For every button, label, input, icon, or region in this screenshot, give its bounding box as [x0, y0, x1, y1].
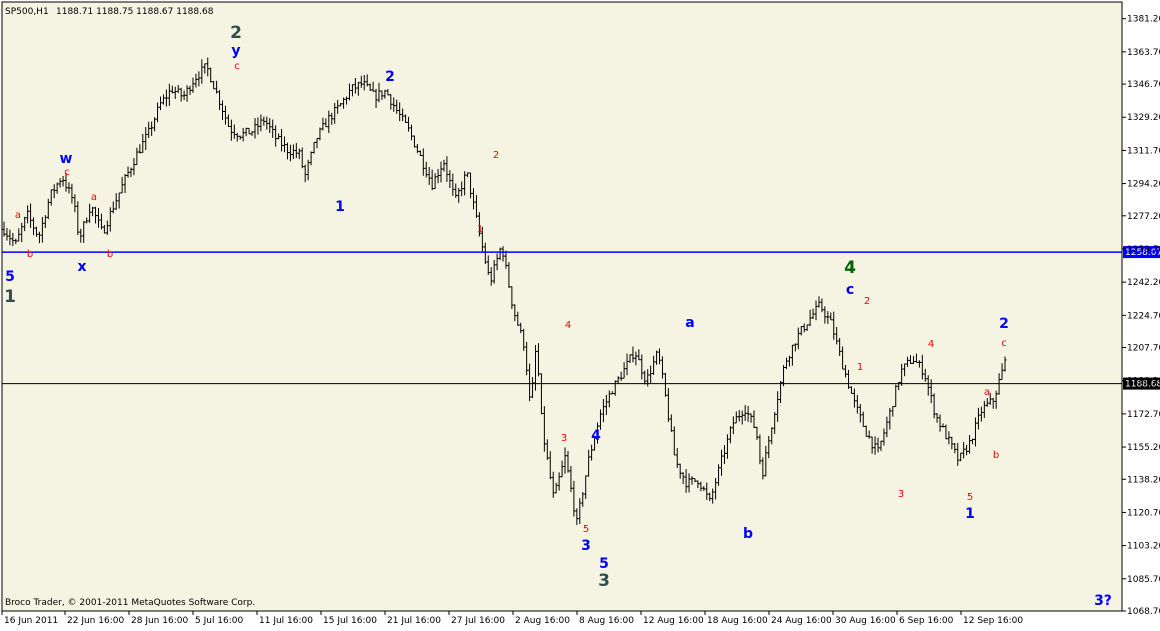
- y-tick-label: 1172.70: [1127, 410, 1160, 420]
- wave-label: a: [91, 192, 97, 203]
- wave-label: 3: [598, 571, 610, 591]
- wave-label: a: [984, 387, 990, 398]
- y-tick-label: 1294.20: [1127, 180, 1160, 190]
- copyright-text: Broco Trader, © 2001-2011 MetaQuotes Sof…: [5, 598, 255, 608]
- x-tick-label: 30 Aug 16:00: [835, 616, 896, 626]
- wave-label: 2: [230, 23, 242, 43]
- x-tick-label: 27 Jul 16:00: [451, 616, 505, 626]
- y-tick-label: 1329.20: [1127, 113, 1160, 123]
- wave-label: 5: [5, 269, 15, 285]
- chart-ohlc-readout: 1188.71 1188.75 1188.67 1188.68: [56, 7, 214, 17]
- y-tick-label: 1311.70: [1127, 146, 1160, 156]
- y-tick-label: 1103.20: [1127, 542, 1160, 552]
- wave-label: 4: [928, 339, 934, 350]
- y-tick-label: 1363.70: [1127, 48, 1160, 58]
- wave-label: 1: [4, 287, 16, 307]
- wave-label: 3?: [1094, 593, 1112, 609]
- wave-label: a: [685, 315, 694, 331]
- wave-label: 2: [385, 69, 395, 85]
- wave-label: 4: [844, 258, 856, 278]
- x-tick-label: 15 Jul 16:00: [323, 616, 377, 626]
- wave-label: b: [107, 249, 113, 260]
- plot-area[interactable]: [2, 2, 1122, 611]
- y-tick-label: 1138.20: [1127, 475, 1160, 485]
- x-tick-label: 24 Aug 16:00: [771, 616, 832, 626]
- y-tick-label: 1242.20: [1127, 278, 1160, 288]
- chart-symbol-label: SP500,H1: [5, 7, 49, 17]
- y-tick-label: 1346.70: [1127, 80, 1160, 90]
- x-tick-label: 18 Aug 16:00: [707, 616, 768, 626]
- y-tick-label: 1224.70: [1127, 311, 1160, 321]
- wave-label: c: [64, 167, 70, 178]
- wave-label: 1: [965, 506, 975, 522]
- y-tick-label: 1207.70: [1127, 344, 1160, 354]
- wave-label: 3: [898, 489, 904, 500]
- y-tick-label: 1155.20: [1127, 443, 1160, 453]
- wave-label: 3: [581, 538, 591, 554]
- x-tick-label: 11 Jul 16:00: [259, 616, 313, 626]
- x-tick-label: 28 Jun 16:00: [131, 616, 188, 626]
- wave-label: 5: [599, 556, 609, 572]
- wave-label: 5: [583, 524, 589, 535]
- x-tick-label: 2 Aug 16:00: [515, 616, 570, 626]
- y-tick-label: 1190.20: [1127, 377, 1160, 387]
- x-tick-label: 5 Jul 16:00: [195, 616, 244, 626]
- price-axis: 1381.20 1363.70 1346.70 1329.20 1311.70 1294.…: [1122, 15, 1160, 617]
- wave-label: a: [15, 210, 21, 221]
- wave-label: b: [27, 249, 33, 260]
- wave-label: 4: [591, 428, 601, 444]
- x-tick-label: 12 Aug 16:00: [643, 616, 704, 626]
- x-tick-label: 12 Sep 16:00: [963, 616, 1023, 626]
- wave-label: 2: [999, 316, 1009, 332]
- y-tick-label: 1381.20: [1127, 15, 1160, 25]
- wave-label: 1: [335, 199, 345, 215]
- x-tick-label: 6 Sep 16:00: [899, 616, 954, 626]
- chart-canvas[interactable]: 1258.071188.68 1381.201363.701346.701329…: [0, 0, 1160, 627]
- wave-label: 4: [565, 320, 571, 331]
- y-tick-label: 1068.70: [1127, 607, 1160, 617]
- wave-label: y: [231, 43, 240, 59]
- wave-label: c: [1001, 338, 1007, 349]
- wave-label: b: [993, 450, 999, 461]
- x-tick-label: 8 Aug 16:00: [579, 616, 634, 626]
- y-tick-label: 1277.20: [1127, 212, 1160, 222]
- y-tick-label: 1259.70: [1127, 245, 1160, 255]
- wave-label: w: [60, 151, 73, 167]
- x-tick-label: 21 Jul 16:00: [387, 616, 441, 626]
- wave-label: c: [234, 61, 240, 72]
- y-tick-label: 1085.70: [1127, 575, 1160, 585]
- wave-label: 2: [864, 296, 870, 307]
- x-tick-label: 22 Jun 16:00: [67, 616, 124, 626]
- price-chart[interactable]: 1258.071188.68 1381.201363.701346.701329…: [0, 0, 1160, 627]
- x-tick-label: 16 Jun 2011: [4, 616, 58, 626]
- wave-label: x: [77, 259, 86, 275]
- wave-label: 1: [857, 362, 863, 373]
- wave-label: 5: [967, 492, 973, 503]
- wave-label: 3: [561, 433, 567, 444]
- time-axis: 16 Jun 2011 22 Jun 16:00 28 Jun 16:00 5 Jul…: [1, 611, 1023, 626]
- wave-label: 2: [493, 150, 499, 161]
- wave-label: b: [743, 526, 753, 542]
- y-tick-label: 1120.70: [1127, 508, 1160, 518]
- wave-label: 1: [477, 224, 483, 235]
- wave-label: c: [846, 282, 854, 298]
